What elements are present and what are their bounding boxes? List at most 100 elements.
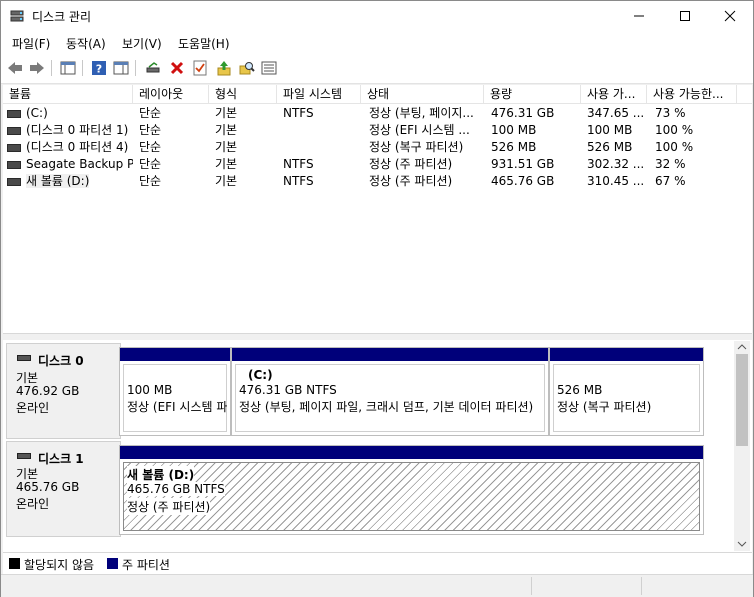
disk-size: 465.76 GB (16, 480, 80, 494)
up-arrow-folder-icon (217, 61, 231, 76)
status-bar (1, 574, 753, 597)
console-tree-button[interactable] (58, 58, 78, 78)
column-header-percent-free[interactable]: 사용 가능한... (647, 85, 737, 103)
cell-percent-free: 67 % (655, 174, 686, 188)
partition-recovery[interactable]: 526 MB 정상 (복구 파티션) (549, 347, 704, 436)
menu-file[interactable]: 파일(F) (12, 35, 50, 52)
scroll-thumb[interactable] (736, 354, 748, 446)
cell-status: 정상 (부팅, 페이지... (369, 106, 474, 120)
maximize-button[interactable] (662, 1, 708, 31)
disk-name: 디스크 0 (38, 354, 84, 368)
partition-status: 정상 (EFI 시스템 파 (127, 400, 227, 414)
partition-status: 정상 (주 파티션) (127, 498, 211, 515)
column-header-free-space[interactable]: 사용 가... (581, 85, 647, 103)
scroll-up-icon[interactable] (737, 343, 747, 351)
unallocated-swatch (9, 558, 20, 569)
cell-status: 정상 (복구 파티션) (369, 140, 464, 154)
disk-size: 476.92 GB (16, 384, 80, 398)
up-folder-button[interactable] (214, 58, 234, 78)
disk-management-window: 디스크 관리 파일(F) 동작(A) 보기(V) 도움말(H) ? 볼륨 레이아… (0, 0, 754, 597)
menu-view[interactable]: 보기(V) (122, 35, 162, 52)
forward-button[interactable] (27, 58, 47, 78)
disk-state: 온라인 (16, 497, 50, 511)
delete-button[interactable] (167, 58, 187, 78)
cell-type: 기본 (215, 123, 238, 137)
partition-bar (550, 348, 703, 361)
partition-bar (120, 348, 230, 361)
disk-icon (17, 355, 31, 361)
properties-button[interactable] (111, 58, 131, 78)
help-button[interactable]: ? (89, 58, 109, 78)
cell-capacity: 931.51 GB (491, 157, 555, 171)
properties-list-icon (261, 61, 277, 75)
partition-size: 476.31 GB NTFS (239, 383, 337, 397)
connect-disk-icon (146, 62, 160, 73)
forward-arrow-icon (30, 62, 44, 74)
cell-volume: Seagate Backup P... (26, 157, 133, 171)
column-header: 볼륨 레이아웃 형식 파일 시스템 상태 용량 사용 가... 사용 가능한..… (3, 85, 752, 104)
partition-status: 정상 (복구 파티션) (557, 400, 652, 414)
partition-size: 465.76 GB NTFS (127, 482, 225, 496)
column-header-filesystem[interactable]: 파일 시스템 (277, 85, 361, 103)
menu-bar: 파일(F) 동작(A) 보기(V) 도움말(H) (1, 31, 753, 53)
delete-x-icon (170, 61, 184, 75)
column-header-type[interactable]: 형식 (209, 85, 277, 103)
cell-volume: (디스크 0 파티션 4) (26, 140, 129, 154)
scroll-down-icon[interactable] (737, 540, 747, 548)
maximize-icon (680, 11, 690, 21)
cell-type: 기본 (215, 106, 238, 120)
title-bar[interactable]: 디스크 관리 (1, 1, 753, 31)
partition-size: 100 MB (127, 383, 173, 397)
check-button[interactable] (190, 58, 210, 78)
partition-d[interactable]: 새 볼륨 (D:) 465.76 GB NTFS 정상 (주 파티션) (119, 445, 704, 535)
disk-icon (17, 453, 31, 459)
cell-percent-free: 100 % (655, 140, 694, 154)
cell-type: 기본 (215, 140, 238, 154)
partition-bar (232, 348, 548, 361)
partition-c[interactable]: (C:) 476.31 GB NTFS 정상 (부팅, 페이지 파일, 크래시 … (231, 347, 549, 436)
selected-partition-area (123, 462, 700, 531)
column-header-layout[interactable]: 레이아웃 (133, 85, 209, 103)
menu-help[interactable]: 도움말(H) (178, 35, 230, 52)
vertical-scrollbar[interactable] (734, 341, 750, 551)
cell-filesystem: NTFS (283, 106, 314, 120)
table-row[interactable]: Seagate Backup P... 단순 기본 NTFS 정상 (주 파티션… (3, 156, 752, 173)
close-button[interactable] (707, 1, 753, 31)
search-button[interactable] (237, 58, 257, 78)
partition-bar (120, 446, 703, 459)
disk-0-info[interactable]: 디스크 0 기본 476.92 GB 온라인 (6, 343, 121, 439)
table-row[interactable]: (디스크 0 파티션 4) 단순 기본 정상 (복구 파티션) 526 MB 5… (3, 139, 752, 156)
disk-graphical-view: 디스크 0 기본 476.92 GB 온라인 100 MB 정상 (EFI 시스… (3, 340, 752, 552)
volume-icon (7, 143, 21, 152)
column-header-status[interactable]: 상태 (361, 85, 484, 103)
disk-1-info[interactable]: 디스크 1 기본 465.76 GB 온라인 (6, 441, 121, 537)
menu-action[interactable]: 동작(A) (66, 35, 106, 52)
search-folder-icon (239, 62, 255, 75)
volume-icon (7, 109, 21, 118)
minimize-button[interactable] (616, 1, 662, 31)
toolbar-separator (82, 60, 83, 76)
cell-layout: 단순 (139, 106, 162, 120)
partition-efi[interactable]: 100 MB 정상 (EFI 시스템 파 (119, 347, 231, 436)
table-row[interactable]: 새 볼륨 (D:) 단순 기본 NTFS 정상 (주 파티션) 465.76 G… (3, 173, 752, 190)
table-row[interactable]: (C:) 단순 기본 NTFS 정상 (부팅, 페이지... 476.31 GB… (3, 105, 752, 122)
cell-free-space: 526 MB (587, 140, 633, 154)
cell-type: 기본 (215, 174, 238, 188)
column-header-capacity[interactable]: 용량 (484, 85, 581, 103)
legend-primary: 주 파티션 (122, 558, 170, 572)
legend-unallocated: 할당되지 않음 (24, 558, 95, 572)
cell-percent-free: 73 % (655, 106, 686, 120)
primary-partition-swatch (107, 558, 118, 569)
cell-status: 정상 (EFI 시스템 ... (369, 123, 470, 137)
table-row[interactable]: (디스크 0 파티션 1) 단순 기본 정상 (EFI 시스템 ... 100 … (3, 122, 752, 139)
cell-layout: 단순 (139, 174, 162, 188)
partition-title: 새 볼륨 (D:) (127, 466, 195, 483)
check-document-icon (193, 60, 207, 76)
column-header-volume[interactable]: 볼륨 (3, 85, 133, 103)
minimize-icon (634, 15, 644, 17)
cell-filesystem (283, 139, 361, 156)
connect-disk-button[interactable] (143, 58, 163, 78)
back-button[interactable] (5, 58, 25, 78)
settings-button[interactable] (259, 58, 279, 78)
cell-volume: (C:) (26, 106, 48, 120)
